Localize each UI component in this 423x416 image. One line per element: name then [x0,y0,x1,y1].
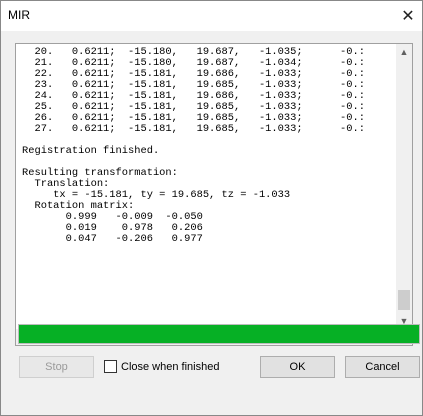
vertical-scroll-thumb[interactable] [398,290,410,310]
title-bar: MIR ✕ [0,0,423,31]
close-button[interactable]: ✕ [393,0,423,31]
ok-button[interactable]: OK [260,356,335,378]
log-text: 20. 0.6211; -15.180, 19.687, -1.035; -0.… [22,46,365,245]
vertical-scrollbar[interactable]: ▲ ▼ [396,44,412,329]
up-arrow-icon[interactable]: ▲ [396,44,412,60]
ok-button-label: OK [289,361,306,373]
close-icon: ✕ [401,7,415,25]
close-when-finished-label: Close when finished [121,360,220,373]
log-textbox[interactable]: 20. 0.6211; -15.180, 19.687, -1.035; -0.… [15,43,413,346]
cancel-button[interactable]: Cancel [345,356,420,378]
log-text-area: 20. 0.6211; -15.180, 19.687, -1.035; -0.… [16,44,397,329]
close-when-finished-option[interactable]: Close when finished [104,360,219,373]
cancel-button-label: Cancel [365,361,400,373]
progress-fill [19,325,419,343]
window-title: MIR [8,8,30,22]
progress-bar [18,324,420,344]
stop-button-label: Stop [45,361,68,373]
stop-button[interactable]: Stop [19,356,94,378]
close-when-finished-checkbox[interactable] [104,360,117,373]
